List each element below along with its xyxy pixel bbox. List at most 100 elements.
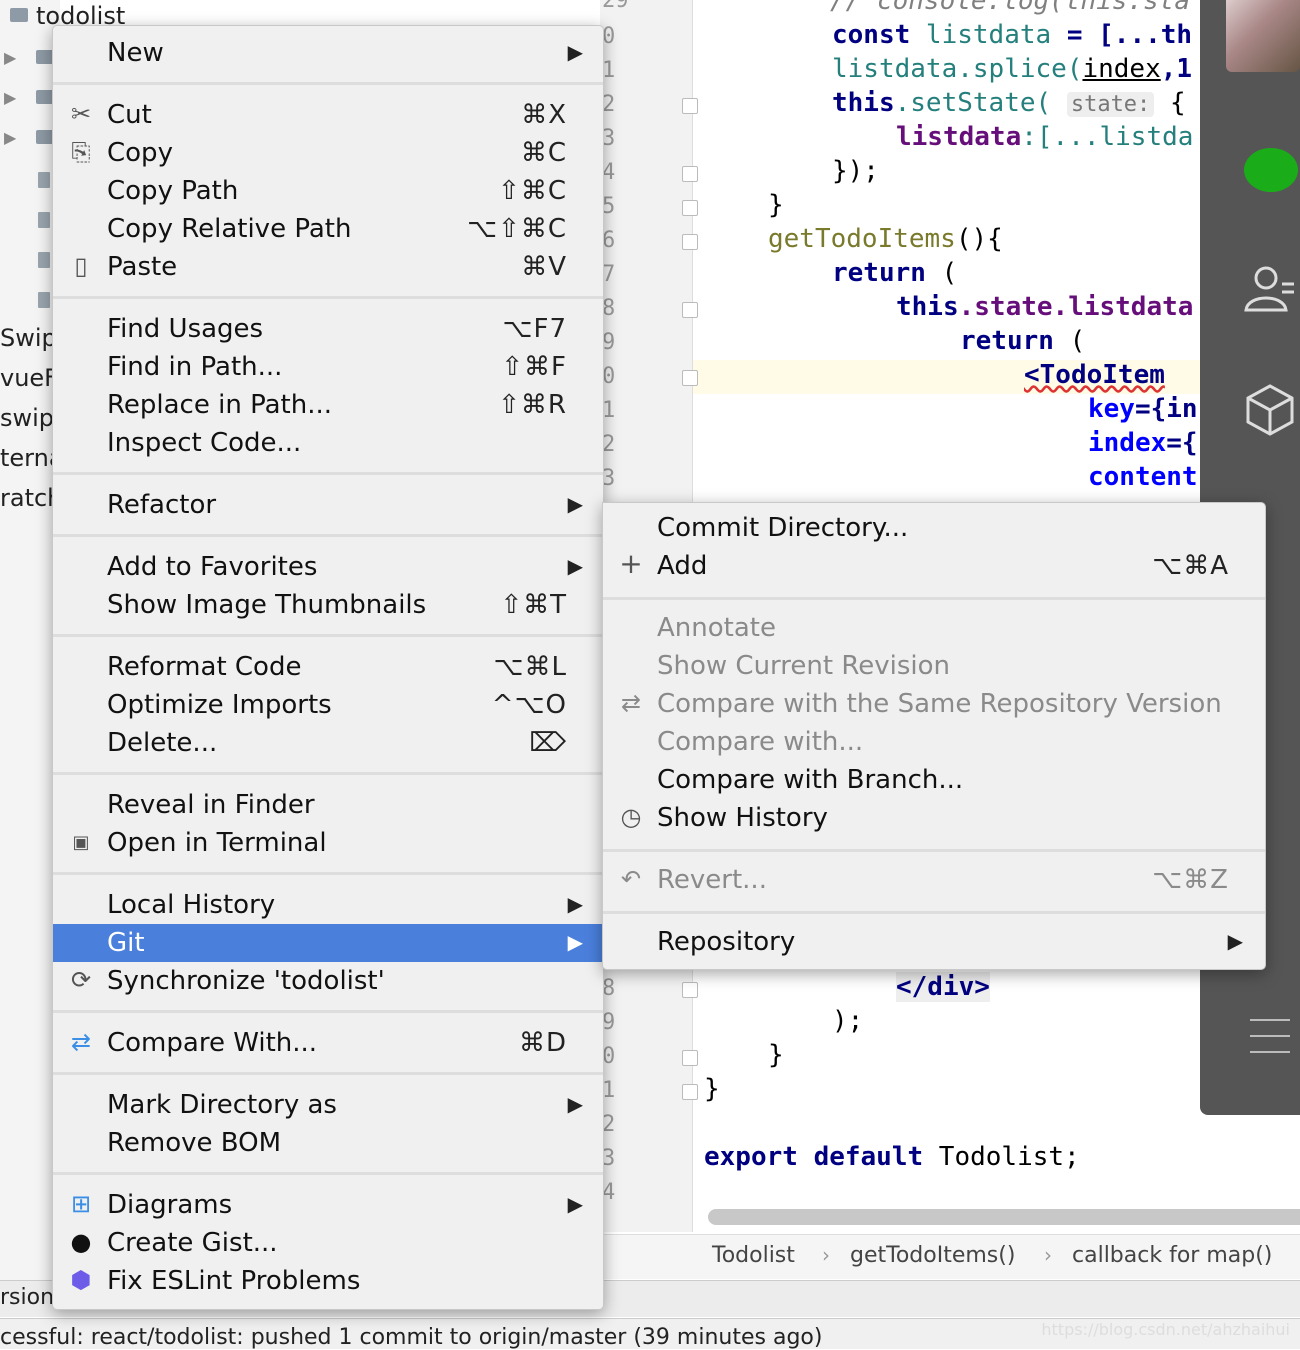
menu-item-label: Cut: [107, 100, 152, 130]
menu-item-open-in-terminal[interactable]: ▣ Open in Terminal: [53, 824, 603, 862]
menu-item-refactor[interactable]: Refactor ▶: [53, 486, 603, 524]
fold-marker-icon[interactable]: [682, 98, 698, 114]
menu-item-label: Add: [657, 551, 708, 581]
menu-item-annotate[interactable]: Annotate: [603, 609, 1265, 647]
status-message[interactable]: cessful: react/todolist: pushed 1 commit…: [0, 1325, 822, 1350]
menu-shortcut: ^⌥O: [491, 690, 567, 720]
chat-icon[interactable]: [1244, 148, 1298, 192]
menu-item-add-to-favorites[interactable]: Add to Favorites ▶: [53, 548, 603, 586]
menu-item-synchronize[interactable]: ⟳ Synchronize 'todolist': [53, 962, 603, 1000]
code-token: ={: [1166, 428, 1198, 458]
menu-item-delete[interactable]: Delete... ⌦: [53, 724, 603, 762]
menu-item-compare-with[interactable]: Compare with...: [603, 723, 1265, 761]
menu-item-new[interactable]: New ▶: [53, 34, 603, 72]
menu-item-label: Compare with Branch...: [657, 765, 964, 795]
menu-shortcut: ⌥⌘Z: [1152, 865, 1229, 895]
menu-item-find-in-path[interactable]: Find in Path... ⇧⌘F: [53, 348, 603, 386]
menu-shortcut: ⌘V: [521, 252, 567, 282]
file-icon: [38, 172, 50, 188]
horizontal-scrollbar[interactable]: [708, 1209, 1300, 1225]
code-token: (: [925, 258, 958, 288]
cube-icon[interactable]: [1246, 384, 1294, 447]
menu-item-commit-directory[interactable]: Commit Directory...: [603, 509, 1265, 547]
menu-item-copy[interactable]: ⎘ Copy ⌘C: [53, 134, 603, 172]
menu-item-show-history[interactable]: ◷ Show History: [603, 799, 1265, 837]
breadcrumb-item[interactable]: callback for map(): [1072, 1243, 1272, 1268]
code-token: .splice(: [957, 54, 1083, 84]
breadcrumb-item[interactable]: Todolist: [712, 1243, 795, 1268]
menu-shortcut: ⌥⌘A: [1152, 551, 1229, 581]
menu-item-label: Show History: [657, 803, 828, 833]
menu-item-revert[interactable]: ↶ Revert... ⌥⌘Z: [603, 861, 1265, 899]
code-line: key={in: [1088, 394, 1198, 424]
fold-marker-icon[interactable]: [682, 234, 698, 250]
fold-marker-icon[interactable]: [682, 200, 698, 216]
tool-window-label[interactable]: rsion: [0, 1285, 54, 1310]
menu-item-add[interactable]: + Add ⌥⌘A: [603, 547, 1265, 585]
menu-item-label: Revert...: [657, 865, 767, 895]
menu-item-diagrams[interactable]: ⊞ Diagrams ▶: [53, 1186, 603, 1224]
breadcrumb-item[interactable]: getTodoItems(): [850, 1243, 1015, 1268]
menu-item-label: Create Gist...: [107, 1228, 278, 1258]
menu-item-remove-bom[interactable]: Remove BOM: [53, 1124, 603, 1162]
menu-item-paste[interactable]: ▯ Paste ⌘V: [53, 248, 603, 286]
code-token: index: [1088, 428, 1167, 458]
menu-item-inspect-code[interactable]: Inspect Code...: [53, 424, 603, 462]
copy-icon: ⎘: [71, 138, 91, 166]
code-token: = [...th: [1051, 20, 1193, 50]
menu-item-git[interactable]: Git ▶: [53, 924, 603, 962]
code-token: .state.listdata: [958, 292, 1194, 322]
menu-item-optimize-imports[interactable]: Optimize Imports ^⌥O: [53, 686, 603, 724]
project-tree: todolist ▶ ▶ ▶ Swip vueF swip terna ratc…: [0, 0, 125, 1280]
menu-item-label: Reveal in Finder: [107, 790, 315, 820]
fold-marker-icon[interactable]: [682, 1084, 698, 1100]
menu-item-create-gist[interactable]: ● Create Gist...: [53, 1224, 603, 1262]
menu-item-cut[interactable]: ✂ Cut ⌘X: [53, 96, 603, 134]
fold-marker-icon[interactable]: [682, 302, 698, 318]
menu-item-local-history[interactable]: Local History ▶: [53, 886, 603, 924]
menu-item-replace-in-path[interactable]: Replace in Path... ⇧⌘R: [53, 386, 603, 424]
menu-item-reformat-code[interactable]: Reformat Code ⌥⌘L: [53, 648, 603, 686]
expand-arrow-icon[interactable]: ▶: [4, 48, 16, 67]
menu-item-mark-directory-as[interactable]: Mark Directory as ▶: [53, 1086, 603, 1124]
tree-item-label[interactable]: swip: [0, 404, 54, 432]
menu-separator: [53, 634, 603, 637]
fold-marker-icon[interactable]: [682, 370, 698, 386]
menu-item-repository[interactable]: Repository ▶: [603, 923, 1265, 961]
menu-item-compare-same-repo[interactable]: ⇄ Compare with the Same Repository Versio…: [603, 685, 1265, 723]
contacts-icon[interactable]: [1242, 262, 1294, 325]
fold-marker-icon[interactable]: [682, 982, 698, 998]
menu-item-compare-with-branch[interactable]: Compare with Branch...: [603, 761, 1265, 799]
line-number: 29: [602, 0, 629, 13]
menu-item-show-current-revision[interactable]: Show Current Revision: [603, 647, 1265, 685]
expand-arrow-icon[interactable]: ▶: [4, 88, 16, 107]
avatar[interactable]: [1226, 0, 1300, 72]
menu-separator: [53, 772, 603, 775]
menu-item-show-image-thumbnails[interactable]: Show Image Thumbnails ⇧⌘T: [53, 586, 603, 624]
code-line: getTodoItems(){: [768, 224, 1003, 254]
code-line: <TodoItem: [1024, 360, 1165, 390]
file-icon: [38, 212, 50, 228]
menu-item-reveal-in-finder[interactable]: Reveal in Finder: [53, 786, 603, 824]
expand-arrow-icon[interactable]: ▶: [4, 128, 16, 147]
code-line: this.setState( state: {: [832, 88, 1186, 118]
menu-item-fix-eslint[interactable]: ⬢ Fix ESLint Problems: [53, 1262, 603, 1300]
menu-icon[interactable]: [1248, 1016, 1292, 1067]
fold-marker-icon[interactable]: [682, 1050, 698, 1066]
menu-item-label: Show Current Revision: [657, 651, 950, 681]
menu-item-label: Diagrams: [107, 1190, 233, 1220]
code-token: this: [832, 88, 895, 118]
menu-item-copy-path[interactable]: Copy Path ⇧⌘C: [53, 172, 603, 210]
menu-shortcut: ⌥F7: [502, 314, 567, 344]
menu-item-compare-with[interactable]: ⇄ Compare With... ⌘D: [53, 1024, 603, 1062]
code-line: export default Todolist;: [704, 1142, 1080, 1172]
tree-item-label[interactable]: vueF: [0, 364, 58, 392]
tree-item-label[interactable]: Swip: [0, 324, 57, 352]
menu-item-label: Show Image Thumbnails: [107, 590, 427, 620]
menu-shortcut: ⇧⌘T: [500, 590, 567, 620]
menu-separator: [603, 849, 1265, 852]
fold-marker-icon[interactable]: [682, 166, 698, 182]
menu-item-find-usages[interactable]: Find Usages ⌥F7: [53, 310, 603, 348]
menu-item-copy-relative-path[interactable]: Copy Relative Path ⌥⇧⌘C: [53, 210, 603, 248]
file-icon: [38, 292, 50, 308]
